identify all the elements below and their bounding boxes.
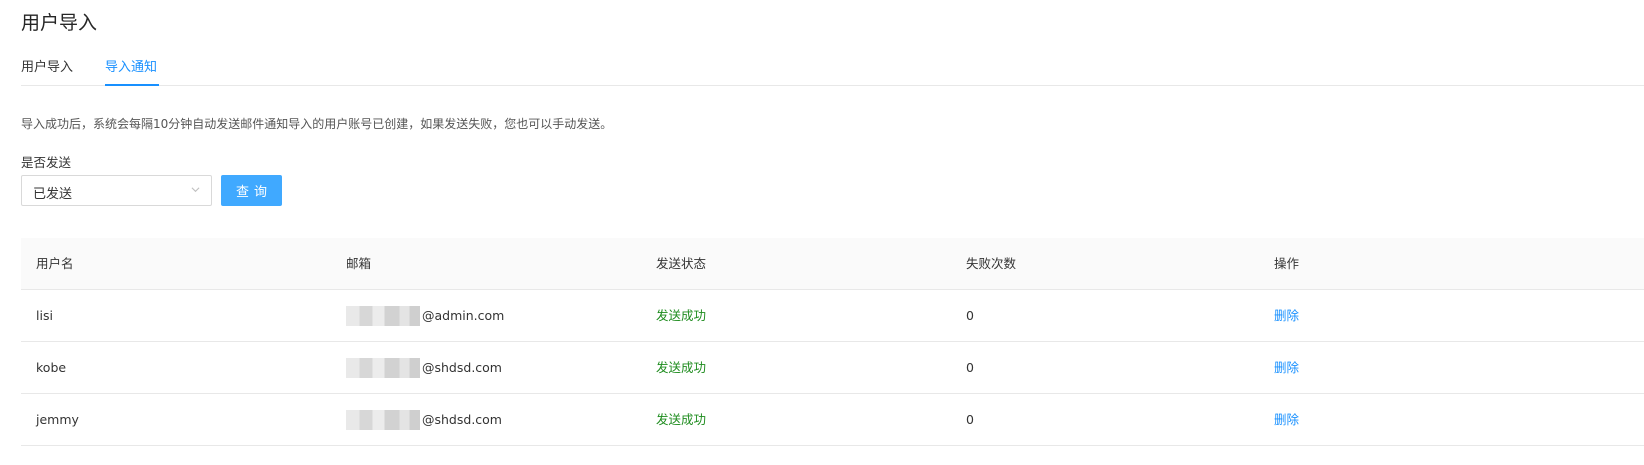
- table-row: kobe @shdsd.com 发送成功 0 删除: [21, 342, 1644, 394]
- column-header-fail-count: 失败次数: [966, 256, 1017, 271]
- cell-email: @shdsd.com: [346, 342, 502, 400]
- page-title: 用户导入: [21, 12, 98, 34]
- column-header-send-status: 发送状态: [656, 256, 707, 271]
- cell-email: @shdsd.com: [346, 394, 502, 452]
- chevron-down-icon: [191, 187, 200, 193]
- tab-import-notice[interactable]: 导入通知: [105, 56, 157, 75]
- active-tab-indicator: [105, 84, 159, 86]
- email-domain: @shdsd.com: [422, 360, 502, 375]
- cell-username: kobe: [36, 360, 67, 375]
- redacted-email-mask: [346, 410, 420, 430]
- redacted-email-mask: [346, 306, 420, 326]
- query-button[interactable]: 查询: [221, 175, 282, 206]
- cell-username: lisi: [36, 308, 53, 323]
- cell-send-status: 发送成功: [656, 412, 707, 427]
- column-header-actions: 操作: [1274, 256, 1300, 271]
- delete-link[interactable]: 删除: [1274, 342, 1299, 394]
- notice-text: 导入成功后，系统会每隔10分钟自动发送邮件通知导入的用户账号已创建，如果发送失败…: [21, 117, 613, 131]
- send-status-select-value: 已发送: [33, 187, 73, 202]
- delete-link[interactable]: 删除: [1274, 290, 1299, 342]
- cell-fail-count: 0: [966, 412, 974, 427]
- tab-user-import[interactable]: 用户导入: [21, 56, 73, 75]
- table-row: jemmy @shdsd.com 发送成功 0 删除: [21, 394, 1644, 446]
- column-header-username: 用户名: [36, 256, 74, 271]
- table-header: 用户名 邮箱 发送状态 失败次数 操作: [21, 238, 1644, 290]
- delete-link[interactable]: 删除: [1274, 394, 1299, 446]
- cell-username: jemmy: [36, 412, 79, 427]
- email-domain: @admin.com: [422, 308, 505, 323]
- cell-send-status: 发送成功: [656, 360, 707, 375]
- table-row: lisi @admin.com 发送成功 0 删除: [21, 290, 1644, 342]
- send-filter-label: 是否发送: [21, 155, 72, 170]
- column-header-email: 邮箱: [346, 256, 372, 271]
- redacted-email-mask: [346, 358, 420, 378]
- cell-send-status: 发送成功: [656, 308, 707, 323]
- email-domain: @shdsd.com: [422, 412, 502, 427]
- notification-table: 用户名 邮箱 发送状态 失败次数 操作 lisi @admin.com 发送成功…: [21, 238, 1644, 446]
- tab-bar: 用户导入 导入通知: [21, 44, 1644, 86]
- send-status-select[interactable]: 已发送: [21, 175, 212, 206]
- cell-email: @admin.com: [346, 290, 504, 348]
- cell-fail-count: 0: [966, 308, 974, 323]
- cell-fail-count: 0: [966, 360, 974, 375]
